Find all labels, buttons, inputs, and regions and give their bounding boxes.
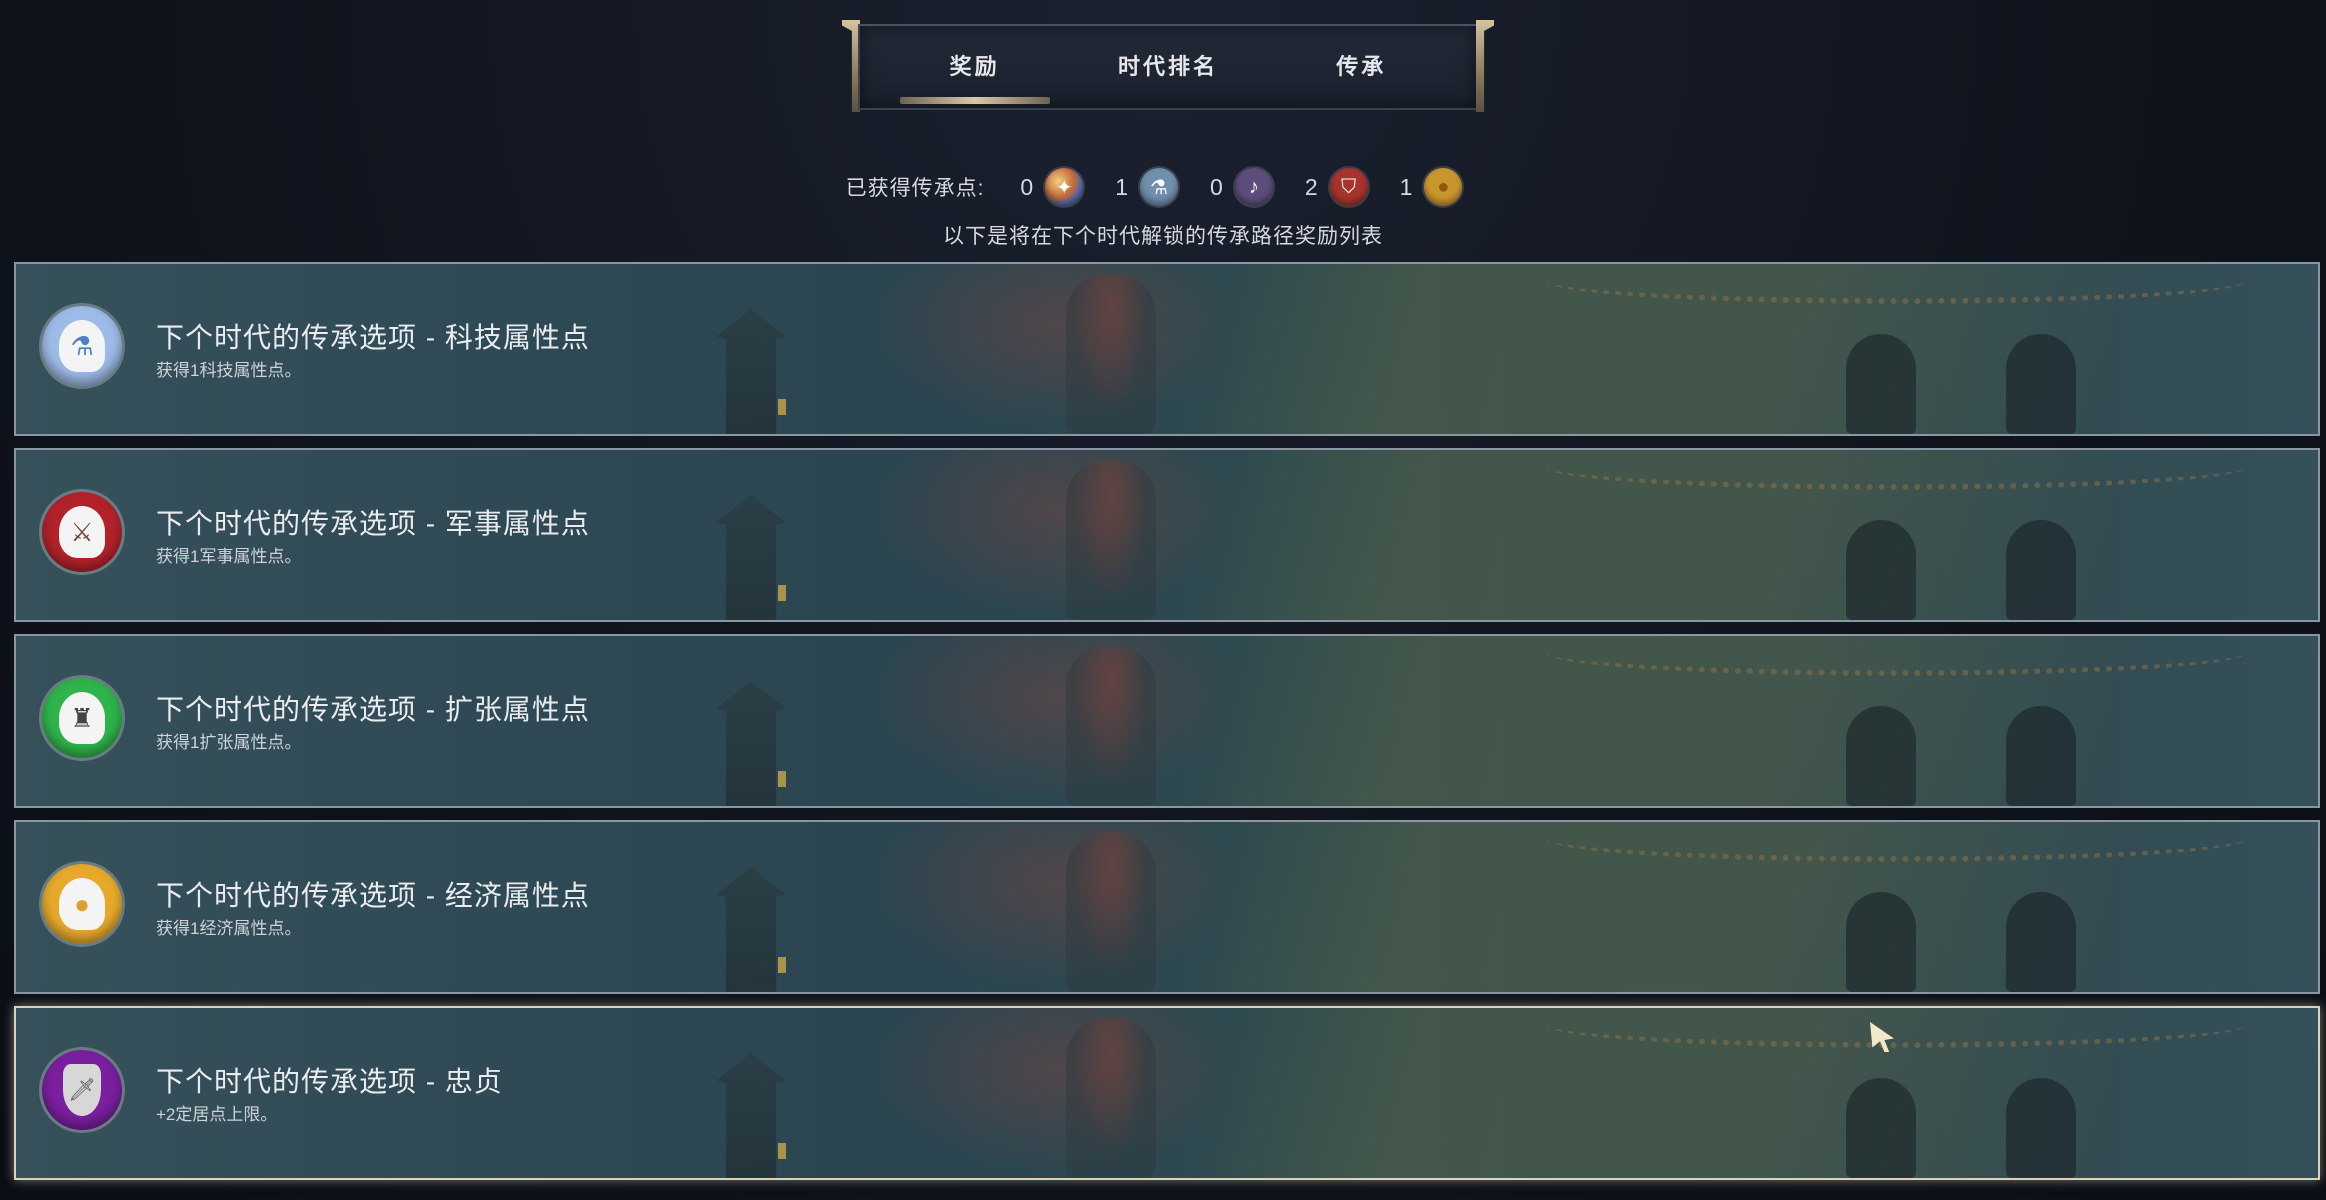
legacy-points-label: 已获得传承点: [845,177,985,200]
tab-rewards-label: 奖励 [949,54,1000,79]
multicolor-gem-icon[interactable]: ✦ [1045,168,1084,206]
economy-head-icon: ● [42,864,122,944]
military-head-icon: ⚔ [42,492,122,572]
military-shield-icon[interactable]: ⛉ [1329,168,1368,206]
reward-description: 获得1扩张属性点。 [156,733,302,752]
legacy-point-count: 0 [1210,173,1223,200]
reward-title: 下个时代的传承选项 - 扩张属性点 [156,694,590,725]
legacy-point-count: 1 [1115,173,1129,200]
active-tab-indicator [899,97,1050,104]
reward-row-economy[interactable]: ● 下个时代的传承选项 - 经济属性点 获得1经济属性点。 [14,820,2320,994]
loyalty-sword-icon: 🗡 [42,1050,122,1130]
reward-title: 下个时代的传承选项 - 忠贞 [156,1066,503,1097]
reward-row-expansion[interactable]: ♜ 下个时代的传承选项 - 扩张属性点 获得1扩张属性点。 [14,634,2320,808]
tab-bar: 奖励 时代排名 传承 [838,20,1498,112]
reward-title: 下个时代的传承选项 - 军事属性点 [156,508,590,539]
legacy-point-science: 1 ⚗ [1115,168,1179,206]
tab-legacy-label: 传承 [1336,54,1387,79]
reward-description: 获得1军事属性点。 [156,547,302,566]
science-head-icon: ⚗ [42,306,122,386]
reward-row-loyalty[interactable]: 🗡 下个时代的传承选项 - 忠贞 +2定居点上限。 [14,1006,2320,1180]
legacy-point-military: 2 ⛉ [1305,168,1368,206]
legacy-point-count: 1 [1399,173,1413,200]
legacy-point-count: 0 [1020,173,1034,200]
science-flask-icon[interactable]: ⚗ [1140,168,1179,206]
reward-title: 下个时代的传承选项 - 经济属性点 [156,880,590,911]
reward-list: ⚗ 下个时代的传承选项 - 科技属性点 获得1科技属性点。 ⚔ 下个时代的传承选… [14,262,2320,1192]
legacy-point-multicolor: 0 ✦ [1020,168,1084,206]
reward-description: +2定居点上限。 [156,1105,278,1124]
tab-era-ranking-label: 时代排名 [1117,54,1218,79]
music-note-icon[interactable]: ♪ [1234,168,1273,206]
tab-rewards[interactable]: 奖励 [899,24,1050,110]
reward-row-science[interactable]: ⚗ 下个时代的传承选项 - 科技属性点 获得1科技属性点。 [14,262,2320,436]
tab-bar-right-cap [1476,20,1494,112]
rewards-subtitle: 以下是将在下个时代解锁的传承路径奖励列表 [943,225,1383,248]
tab-legacy[interactable]: 传承 [1286,24,1436,110]
reward-description: 获得1科技属性点。 [156,361,302,380]
reward-title: 下个时代的传承选项 - 科技属性点 [156,322,590,353]
legacy-point-count: 2 [1304,173,1318,200]
legacy-points-summary: 已获得传承点: 0 ✦ 1 ⚗ 0 ♪ 2 ⛉ 1 ● [0,168,2326,206]
reward-row-military[interactable]: ⚔ 下个时代的传承选项 - 军事属性点 获得1军事属性点。 [14,448,2320,622]
legacy-point-economy: 1 ● [1400,168,1463,206]
legacy-point-culture: 0 ♪ [1210,168,1273,206]
reward-description: 获得1经济属性点。 [156,919,302,938]
expansion-head-icon: ♜ [42,678,122,758]
tab-era-ranking[interactable]: 时代排名 [1093,24,1243,110]
gold-coin-icon[interactable]: ● [1424,168,1463,206]
